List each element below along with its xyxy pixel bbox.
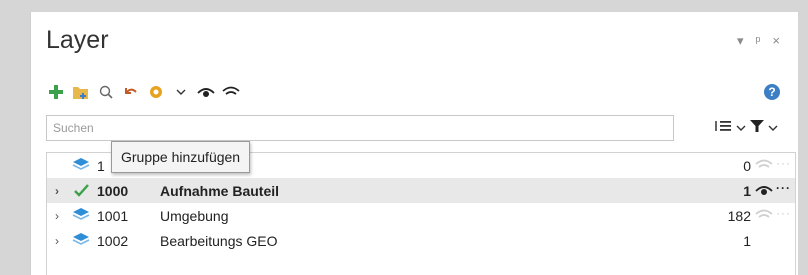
eye-open-icon[interactable]	[196, 81, 216, 103]
undo-icon[interactable]	[121, 81, 141, 103]
layer-row[interactable]: › 1000 Aufnahme Bauteil 1 ···	[47, 178, 795, 203]
search-tools	[714, 119, 778, 136]
search-icon[interactable]	[96, 81, 116, 103]
eye-closed-icon[interactable]	[221, 81, 241, 103]
layer-stack-icon	[72, 232, 90, 248]
chevron-down-icon[interactable]	[171, 81, 191, 103]
more-options-icon[interactable]: ···	[776, 206, 791, 220]
close-icon[interactable]: ×	[772, 34, 780, 47]
chevron-down-icon[interactable]: ▾	[737, 34, 744, 47]
layer-toolbar	[46, 80, 241, 104]
layer-number: 1000	[97, 182, 129, 199]
layer-name: Aufnahme Bauteil	[160, 182, 280, 199]
layer-stack-icon	[72, 157, 90, 173]
chevron-down-icon[interactable]	[768, 120, 778, 135]
layer-count: 182	[727, 207, 751, 224]
layer-name: Umgebung	[160, 207, 229, 224]
window-controls: ▾ ᵖ ×	[737, 34, 780, 47]
panel-title: Layer	[46, 26, 109, 54]
layer-count: 0	[743, 157, 751, 174]
tooltip: Gruppe hinzufügen	[111, 141, 251, 173]
add-group-icon[interactable]	[71, 81, 91, 103]
visibility-off-icon[interactable]	[755, 208, 773, 224]
expander[interactable]: ›	[55, 234, 59, 248]
checkmark-icon	[72, 182, 90, 198]
expander[interactable]: ›	[55, 209, 59, 223]
add-icon[interactable]	[46, 81, 66, 103]
layer-count: 1	[743, 182, 751, 199]
layer-row[interactable]: › 1002 Bearbeitungs GEO 1	[47, 228, 795, 253]
layer-panel: Layer ▾ ᵖ × ? Suchen 1 0 ··· › 1000 Aufn…	[30, 12, 798, 275]
search-input[interactable]: Suchen	[46, 115, 674, 141]
sort-icon[interactable]	[714, 120, 732, 135]
layer-number: 1001	[97, 207, 129, 224]
chevron-down-icon[interactable]	[736, 120, 746, 135]
layer-name: Bearbeitungs GEO	[160, 232, 278, 249]
layer-count: 1	[743, 232, 751, 249]
layer-number: 1002	[97, 232, 129, 249]
expander[interactable]: ›	[55, 184, 59, 198]
filter-icon[interactable]	[750, 119, 764, 136]
help-icon[interactable]: ?	[764, 84, 780, 100]
layer-stack-icon	[72, 207, 90, 223]
pin-icon[interactable]: ᵖ	[755, 34, 760, 47]
settings-gear-icon[interactable]	[146, 81, 166, 103]
more-options-icon[interactable]: ···	[776, 156, 791, 170]
visibility-on-icon[interactable]	[755, 183, 773, 199]
layer-row[interactable]: › 1001 Umgebung 182 ···	[47, 203, 795, 228]
layer-number: 1	[97, 157, 105, 174]
visibility-off-icon[interactable]	[755, 158, 773, 174]
more-options-icon[interactable]: ···	[776, 181, 791, 195]
